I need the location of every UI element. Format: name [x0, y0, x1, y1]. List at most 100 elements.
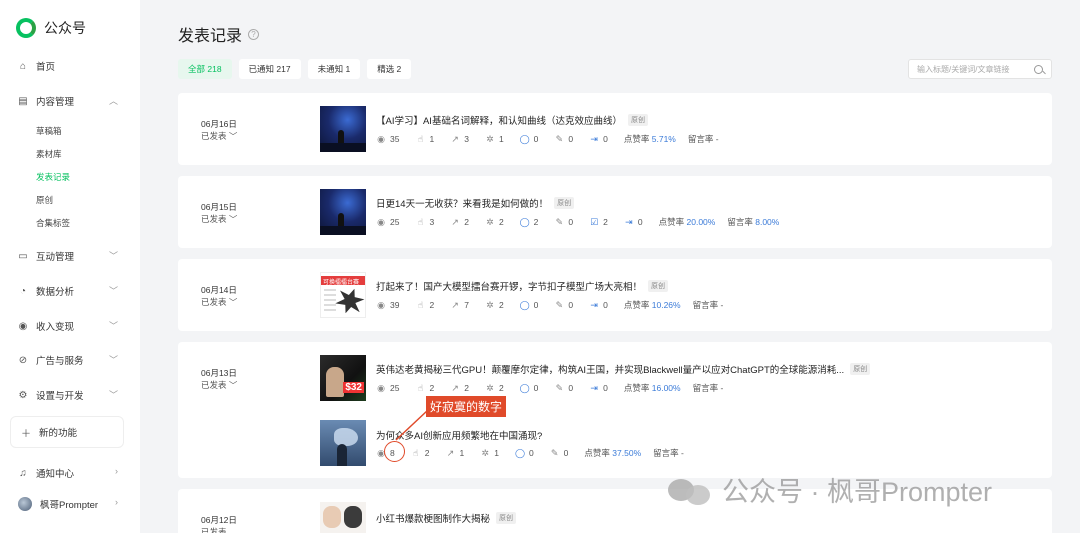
stat-value: 3 [429, 217, 435, 227]
sidebar-item-ads[interactable]: ⊘ 广告与服务 ﹀ [18, 353, 118, 368]
article-thumbnail[interactable] [320, 420, 366, 466]
comment-icon: ◯ [519, 133, 530, 144]
sidebar-item-home[interactable]: ⌂ 首页 [18, 59, 118, 74]
search-box [908, 59, 1052, 79]
article-title[interactable]: 英伟达老黄揭秘三代GPU！颠覆摩尔定律，构筑AI王国，并实现Blackwell量… [376, 362, 871, 376]
chevron-down-icon: ﹀ [108, 321, 118, 331]
bell-icon: ♫ [19, 467, 27, 479]
article-title[interactable]: 打起来了！国产大模型擂台赛开锣，字节扣子模型广场大亮相！ 原创 [376, 279, 669, 293]
chevron-right-icon: › [115, 497, 118, 507]
article-thumbnail[interactable]: $32 [320, 355, 366, 401]
thumbnail-banner: 可换擂擂台赛 [321, 276, 365, 286]
help-icon[interactable]: ? [248, 28, 260, 40]
sidebar-item-interaction[interactable]: ▭ 互动管理 ﹀ [18, 249, 118, 264]
sidebar-item-label: 广告与服务 [36, 356, 84, 367]
app-logo[interactable]: 公众号 [16, 18, 86, 38]
article-thumbnail[interactable] [320, 106, 366, 152]
stat-value: 0 [528, 448, 534, 458]
status-dropdown[interactable]: 已发表 ﹀ [201, 296, 237, 308]
comment-icon: ◯ [514, 447, 526, 458]
thumb-up-icon: ☝ [417, 382, 424, 393]
article-title[interactable]: 日更14天一无收获？来看我是如何做的！ 原创 [376, 196, 575, 210]
sidebar-subitem-collections[interactable]: 合集标签 [36, 217, 70, 229]
chat-icon: ▭ [18, 250, 28, 262]
comment-rate: 留言率 8.00% [727, 216, 779, 228]
chevron-down-icon: ﹀ [108, 390, 118, 400]
article-stats: ◉ 8 ☝ 2 ↗ 1 ✲ 1 ◯ 0 ✎ 0 点赞率 37.50% 留言率 - [376, 447, 696, 459]
stat-edits: ✎ 0 [554, 383, 574, 394]
status-dropdown[interactable]: 已发表 [201, 526, 227, 533]
post-card: 06月15日 已发表 ﹀ 日更14天一无收获？来看我是如何做的！ 原创 ◉ 25 … [178, 176, 1052, 248]
chevron-down-icon: ﹀ [228, 380, 238, 390]
thumbnail-map [334, 428, 358, 446]
like-rate-label: 点赞率 [623, 383, 650, 393]
thumb-up-icon: ☝ [417, 299, 424, 310]
stat-value: 0 [637, 217, 643, 227]
sidebar-subitem-publish-records[interactable]: 发表记录 [36, 171, 70, 183]
sidebar-subitem-drafts[interactable]: 草稿箱 [36, 125, 62, 137]
stat-views: ◉ 39 [376, 300, 399, 311]
stat-comments: ◯ 2 [520, 217, 539, 228]
share-icon: ↗ [451, 382, 459, 393]
article-thumbnail[interactable] [320, 189, 366, 235]
search-icon[interactable] [1034, 64, 1043, 74]
status-dropdown[interactable]: 已发表 ﹀ [201, 213, 237, 225]
tab-all[interactable]: 全部 218 [178, 59, 232, 79]
original-badge: 原创 [627, 114, 648, 126]
post-date: 06月12日 [201, 515, 237, 525]
stat-likes: ☝ 2 [411, 448, 429, 459]
stat-value: 0 [603, 383, 608, 393]
original-badge: 原创 [648, 280, 669, 292]
stat-value: 2 [498, 383, 504, 393]
new-features-button[interactable]: ＋ 新的功能 [10, 416, 124, 448]
article-stats: ◉ 39 ☝ 2 ↗ 7 ✲ 2 ◯ 0 ✎ 0 ⇥ 0 点赞率 10.26% 留言率 - [376, 299, 735, 311]
stat-wow: ✲ 2 [485, 217, 504, 228]
stat-shares: ↗ 3 [450, 134, 469, 145]
thumbnail-text: 可换擂擂台赛 [323, 280, 360, 286]
stat-value: 0 [533, 300, 539, 310]
status-dropdown[interactable]: 已发表 ﹀ [201, 130, 237, 142]
sidebar-item-revenue[interactable]: ◉ 收入变现 ﹀ [18, 319, 118, 334]
sidebar-item-analytics[interactable]: ◔ 数据分析 ﹀ [18, 284, 118, 299]
thumb-up-icon: ☝ [417, 133, 424, 144]
stat-value: 0 [603, 134, 608, 144]
avatar [18, 497, 32, 511]
sidebar-item-label: 内容管理 [36, 97, 75, 108]
sidebar-item-notifications[interactable]: ♫ 通知中心 › [18, 466, 118, 480]
article-title[interactable]: 【AI学习】AI基础名词解释，和认知曲线（达克效应曲线） 原创 [376, 113, 648, 127]
status-dropdown[interactable]: 已发表 ﹀ [201, 379, 237, 391]
like-rate-label: 点赞率 [658, 217, 685, 227]
sidebar-item-account[interactable]: 枫哥Prompter › [18, 497, 118, 511]
tab-featured[interactable]: 精选 2 [367, 59, 412, 79]
comment-rate-label: 留言率 [687, 134, 714, 144]
pie-chart-icon: ◔ [19, 285, 27, 297]
original-badge: 原创 [496, 512, 517, 524]
tab-notified[interactable]: 已通知 217 [238, 59, 301, 79]
article-title-text: 【AI学习】AI基础名词解释，和认知曲线（达克效应曲线） [376, 116, 622, 127]
sidebar-item-label: 设置与开发 [36, 391, 84, 402]
filter-tabs: 全部 218 已通知 217 未通知 1 精选 2 [178, 59, 412, 79]
sidebar-item-settings[interactable]: ⚙ 设置与开发 ﹀ [18, 388, 118, 403]
article-title[interactable]: 小红书爆款梗图制作大揭秘 原创 [376, 511, 517, 525]
sidebar-subitem-materials[interactable]: 素材库 [36, 148, 62, 160]
pencil-icon: ✎ [555, 299, 564, 310]
post-date: 06月15日 [201, 202, 237, 212]
search-input[interactable] [917, 64, 1035, 74]
watermark-text: 公众号 · 枫哥Prompter [722, 477, 993, 507]
comment-rate-value: 8.00% [755, 217, 780, 227]
comment-rate-label: 留言率 [692, 383, 719, 393]
article-thumbnail[interactable] [320, 502, 366, 533]
sidebar-item-content[interactable]: ▤ 内容管理 ︿ [18, 94, 118, 109]
thumbnail-person [323, 506, 341, 528]
stat-value: 0 [563, 448, 569, 458]
post-card: 06月14日 已发表 ﹀ 可换擂擂台赛 打起来了！国产大模型擂台赛开锣，字节扣子… [178, 259, 1052, 331]
pencil-icon: ✎ [555, 216, 564, 227]
exit-icon: ⇥ [590, 299, 598, 310]
pencil-icon: ✎ [550, 447, 559, 458]
article-thumbnail[interactable]: 可换擂擂台赛 [320, 272, 366, 318]
stat-extra: ⇥ 0 [589, 300, 608, 311]
tab-not-notified[interactable]: 未通知 1 [307, 59, 361, 79]
share-icon: ↗ [451, 216, 459, 227]
status-text: 已发表 [201, 380, 227, 390]
sidebar-subitem-original[interactable]: 原创 [36, 194, 53, 206]
